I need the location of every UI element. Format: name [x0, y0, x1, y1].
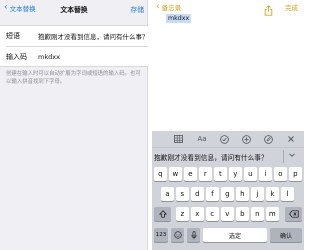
key-g[interactable]: g [221, 187, 234, 201]
notes-toolbar: Aa [152, 131, 304, 147]
screen-composite: ‹ 文本替换 文本替换 存储 短语 抱歉刚才没看到信息，请问有什么事？ 输入码 … [0, 0, 304, 250]
delete-icon [288, 210, 299, 218]
share-icon[interactable] [264, 1, 273, 16]
key-l[interactable]: l [281, 187, 294, 201]
key-c[interactable]: c [206, 207, 219, 221]
key-b[interactable]: b [236, 207, 249, 221]
microphone-icon [191, 230, 196, 239]
done-button[interactable]: 完成 [285, 2, 298, 12]
notes-nav-bar: ‹ 备忘录 完成 [152, 0, 304, 16]
key-k[interactable]: k [266, 187, 279, 201]
pen-icon[interactable] [262, 133, 274, 145]
shortcut-label: 输入码 [6, 52, 27, 61]
key-x[interactable]: x [191, 207, 204, 221]
emoji-icon [173, 231, 182, 239]
phrase-field[interactable]: 抱歉刚才没看到信息，请问有什么事？ [38, 31, 149, 41]
key-n[interactable]: n [251, 207, 264, 221]
key-f[interactable]: f [206, 187, 219, 201]
shortcut-field[interactable]: mkdxx [38, 53, 60, 61]
numbers-key[interactable]: 123 [154, 228, 168, 242]
suggestion-divider [283, 150, 284, 163]
phrase-row[interactable]: 短语 抱歉刚才没看到信息，请问有什么事？ [0, 26, 149, 46]
save-button[interactable]: 存储 [130, 4, 144, 14]
key-a[interactable]: a [161, 187, 174, 201]
nav-bar: ‹ 文本替换 文本替换 存储 [0, 0, 148, 18]
key-e[interactable]: e [184, 167, 197, 181]
key-i[interactable]: i [259, 167, 272, 181]
note-body-text[interactable]: mkdxx [166, 14, 192, 23]
add-icon[interactable] [240, 133, 252, 145]
chevron-left-icon: ‹ [156, 1, 160, 12]
footer-note: 创建在输入时可以自动扩展为字词或短语的输入码。也可以输入拼音找到下字母。 [6, 71, 141, 85]
text-suggestion[interactable]: 抱歉刚才没看到信息，请问有什么事？ [154, 152, 268, 162]
key-z[interactable]: z [176, 207, 189, 221]
checklist-icon[interactable] [218, 133, 230, 145]
notes-back-label: 备忘录 [161, 4, 182, 12]
key-p[interactable]: p [289, 167, 302, 181]
delete-key[interactable] [285, 207, 302, 221]
page-title: 文本替换 [60, 6, 88, 14]
shortcut-row[interactable]: 输入码 mkdxx [6, 46, 148, 66]
key-u[interactable]: u [244, 167, 257, 181]
space-key[interactable]: 选定 [203, 228, 267, 242]
keyboard: q w e r t y u i o p a s d f g h j k l z … [152, 164, 304, 250]
suggestion-bar: 抱歉刚才没看到信息，请问有什么事？ [152, 147, 304, 164]
emoji-key[interactable] [171, 228, 184, 242]
microphone-key[interactable] [187, 228, 200, 242]
key-s[interactable]: s [176, 187, 189, 201]
key-w[interactable]: w [169, 167, 182, 181]
notes-panel: ‹ 备忘录 完成 mkdxx Aa 抱歉刚才没看到信息，请问有什么事？ q w … [152, 0, 304, 250]
key-m[interactable]: m [266, 207, 279, 221]
notes-back-button[interactable]: ‹ 备忘录 [156, 2, 181, 12]
key-v[interactable]: v [221, 207, 234, 221]
key-r[interactable]: r [199, 167, 212, 181]
key-q[interactable]: q [154, 167, 167, 181]
text-format-icon[interactable]: Aa [196, 133, 208, 145]
shift-icon [158, 210, 167, 218]
chevron-down-icon[interactable] [288, 151, 296, 161]
close-icon[interactable] [285, 133, 297, 145]
table-icon[interactable] [172, 133, 184, 145]
key-j[interactable]: j [251, 187, 264, 201]
replacement-form: 短语 抱歉刚才没看到信息，请问有什么事？ 输入码 mkdxx [0, 25, 149, 67]
key-t[interactable]: t [214, 167, 227, 181]
key-d[interactable]: d [191, 187, 204, 201]
phrase-label: 短语 [6, 32, 20, 40]
confirm-key[interactable]: 确认 [270, 228, 302, 242]
key-h[interactable]: h [236, 187, 249, 201]
shift-key[interactable] [154, 207, 171, 221]
text-replacement-panel: ‹ 文本替换 文本替换 存储 短语 抱歉刚才没看到信息，请问有什么事？ 输入码 … [0, 0, 149, 250]
key-y[interactable]: y [229, 167, 242, 181]
key-o[interactable]: o [274, 167, 287, 181]
